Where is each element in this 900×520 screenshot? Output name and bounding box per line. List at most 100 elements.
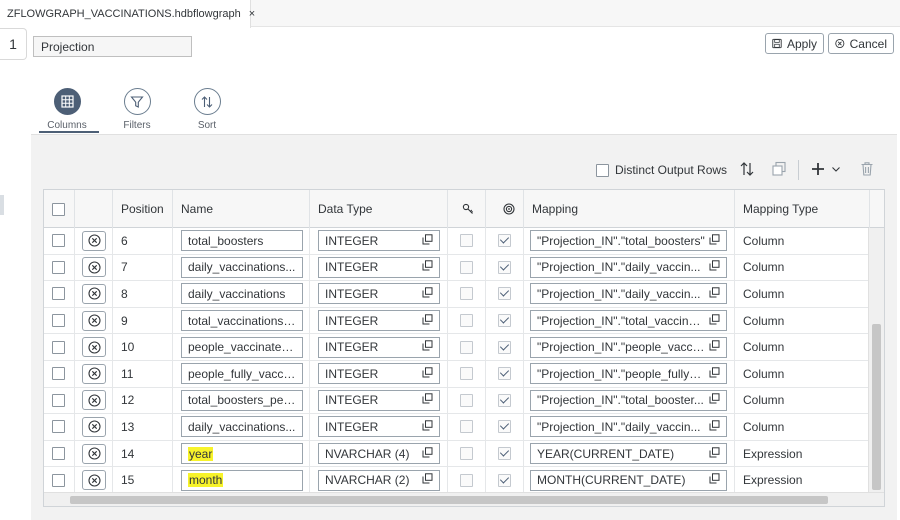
add-icon[interactable]: [810, 160, 826, 178]
key-checkbox[interactable]: [460, 260, 473, 274]
key-checkbox[interactable]: [460, 314, 473, 328]
data-type-field[interactable]: INTEGER: [318, 363, 440, 385]
remove-column-button[interactable]: [82, 283, 106, 304]
mapping-value-help-icon[interactable]: [709, 260, 720, 274]
table-row[interactable]: 7 daily_vaccinations... INTEGER "Projection…: [44, 254, 884, 282]
mapping-value-help-icon[interactable]: [709, 234, 720, 248]
cancel-button[interactable]: Cancel: [828, 33, 894, 54]
node-name-field[interactable]: Projection: [33, 36, 192, 57]
mapping-field[interactable]: "Projection_IN"."people_vacci...: [530, 336, 727, 358]
mapping-field[interactable]: "Projection_IN"."total_boosters": [530, 230, 727, 252]
remove-column-button[interactable]: [82, 443, 106, 464]
nullable-checkbox[interactable]: [498, 473, 511, 487]
table-row[interactable]: 12 total_boosters_per... INTEGER "Projectio…: [44, 387, 884, 415]
value-help-icon[interactable]: [422, 446, 433, 461]
copy-icon[interactable]: [771, 160, 787, 178]
remove-column-button[interactable]: [82, 337, 106, 358]
nullable-checkbox[interactable]: [498, 287, 511, 301]
table-row[interactable]: 11 people_fully_vacci... INTEGER "Projectio…: [44, 361, 884, 388]
mapping-value-help-icon[interactable]: [709, 313, 720, 328]
row-checkbox[interactable]: [52, 367, 65, 381]
data-type-field[interactable]: INTEGER: [318, 256, 440, 278]
mapping-value-help-icon[interactable]: [709, 473, 720, 487]
key-checkbox[interactable]: [460, 420, 473, 434]
column-name-field[interactable]: month: [181, 469, 303, 491]
mapping-field[interactable]: YEAR(CURRENT_DATE): [530, 443, 727, 465]
mapping-field[interactable]: "Projection_IN"."total_vaccina...: [530, 310, 727, 332]
mapping-field[interactable]: "Projection_IN"."total_booster...: [530, 389, 727, 411]
mapping-value-help-icon[interactable]: [709, 367, 720, 381]
table-row[interactable]: 13 daily_vaccinations... INTEGER "Projectio…: [44, 414, 884, 441]
horizontal-scroll-thumb[interactable]: [70, 496, 828, 504]
header-mapping[interactable]: Mapping: [524, 190, 735, 228]
close-icon[interactable]: ×: [249, 8, 255, 20]
distinct-toggle[interactable]: Distinct Output Rows: [596, 161, 727, 179]
header-name[interactable]: Name: [173, 190, 310, 228]
mapping-field[interactable]: "Projection_IN"."daily_vaccin...: [530, 416, 727, 438]
key-checkbox[interactable]: [460, 447, 473, 461]
value-help-icon[interactable]: [422, 420, 433, 434]
nullable-checkbox[interactable]: [498, 420, 511, 434]
table-row[interactable]: 6 total_boosters INTEGER "Projection_IN"."t…: [44, 228, 884, 255]
nullable-checkbox[interactable]: [498, 447, 511, 461]
column-name-field[interactable]: daily_vaccinations...: [181, 256, 303, 278]
key-checkbox[interactable]: [460, 340, 473, 354]
value-help-icon[interactable]: [422, 234, 433, 248]
value-help-icon[interactable]: [422, 367, 433, 381]
value-help-icon[interactable]: [422, 260, 433, 274]
nullable-checkbox[interactable]: [498, 340, 511, 354]
key-checkbox[interactable]: [460, 367, 473, 381]
column-name-field[interactable]: people_fully_vacci...: [181, 363, 303, 385]
editor-tab[interactable]: ZFLOWGRAPH_VACCINATIONS.hdbflowgraph ×: [0, 0, 255, 28]
remove-column-button[interactable]: [82, 363, 106, 384]
remove-column-button[interactable]: [82, 470, 106, 491]
row-checkbox[interactable]: [52, 447, 65, 461]
mapping-field[interactable]: "Projection_IN"."people_fully_...: [530, 363, 727, 385]
tab-sort[interactable]: Sort: [177, 88, 237, 131]
row-checkbox[interactable]: [52, 314, 65, 328]
nullable-checkbox[interactable]: [498, 314, 511, 328]
table-row[interactable]: 10 people_vaccinated... INTEGER "Projection…: [44, 334, 884, 361]
data-type-field[interactable]: INTEGER: [318, 336, 440, 358]
column-name-field[interactable]: year: [181, 443, 303, 465]
table-row[interactable]: 14 year NVARCHAR (4) YEAR(CURRENT_DATE) Expr…: [44, 440, 884, 468]
distinct-checkbox[interactable]: [596, 163, 609, 177]
column-name-field[interactable]: total_boosters: [181, 230, 303, 252]
key-checkbox[interactable]: [460, 234, 473, 248]
remove-column-button[interactable]: [82, 310, 106, 331]
header-data-type[interactable]: Data Type: [310, 190, 448, 228]
data-type-field[interactable]: INTEGER: [318, 283, 440, 305]
data-type-field[interactable]: INTEGER: [318, 310, 440, 332]
mapping-field[interactable]: "Projection_IN"."daily_vaccin...: [530, 256, 727, 278]
select-all-checkbox[interactable]: [52, 202, 65, 216]
apply-button[interactable]: Apply: [765, 33, 824, 54]
vertical-scroll-thumb[interactable]: [872, 324, 881, 490]
table-row[interactable]: 8 daily_vaccinations INTEGER "Projection_IN…: [44, 281, 884, 308]
mapping-value-help-icon[interactable]: [709, 446, 720, 461]
mapping-field[interactable]: MONTH(CURRENT_DATE): [530, 469, 727, 491]
header-nullable[interactable]: [486, 190, 524, 228]
nullable-checkbox[interactable]: [498, 367, 511, 381]
remove-column-button[interactable]: [82, 390, 106, 411]
header-position[interactable]: Position: [113, 190, 173, 228]
chevron-down-icon[interactable]: [830, 160, 842, 178]
mapping-value-help-icon[interactable]: [709, 393, 720, 407]
column-name-field[interactable]: total_boosters_per...: [181, 389, 303, 411]
nullable-checkbox[interactable]: [498, 260, 511, 274]
sort-arrows-icon[interactable]: [739, 160, 755, 178]
tab-columns[interactable]: Columns: [37, 88, 97, 131]
remove-column-button[interactable]: [82, 416, 106, 437]
value-help-icon[interactable]: [422, 313, 433, 328]
data-type-field[interactable]: NVARCHAR (2): [318, 469, 440, 491]
key-checkbox[interactable]: [460, 393, 473, 407]
row-checkbox[interactable]: [52, 340, 65, 354]
remove-column-button[interactable]: [82, 257, 106, 278]
table-row[interactable]: 9 total_vaccinations_... INTEGER "Projectio…: [44, 307, 884, 335]
nullable-checkbox[interactable]: [498, 234, 511, 248]
column-name-field[interactable]: people_vaccinated...: [181, 336, 303, 358]
row-checkbox[interactable]: [52, 234, 65, 248]
column-name-field[interactable]: total_vaccinations_...: [181, 310, 303, 332]
row-checkbox[interactable]: [52, 260, 65, 274]
header-mapping-type[interactable]: Mapping Type: [735, 190, 870, 228]
table-row[interactable]: 15 month NVARCHAR (2) MONTH(CURRENT_DATE) Ex…: [44, 467, 884, 494]
